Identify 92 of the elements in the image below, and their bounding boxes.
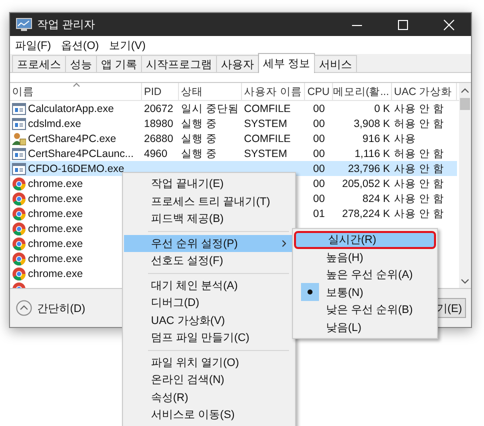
- close-icon[interactable]: [443, 18, 455, 30]
- table-cell-text: 허용 안 함: [393, 116, 445, 131]
- table-cell-text: 실행 중: [180, 146, 218, 161]
- collapse-icon[interactable]: [16, 300, 32, 316]
- menu-item[interactable]: 보통(N): [294, 284, 436, 301]
- table-cell-text: 허용 안 함: [393, 146, 445, 161]
- column-header[interactable]: 상태: [179, 83, 242, 100]
- table-cell: 00: [305, 161, 333, 176]
- window-title: 작업 관리자: [37, 18, 96, 32]
- tab[interactable]: 앱 기록: [96, 55, 142, 72]
- table-cell-text: 278,224 K: [341, 206, 391, 221]
- menu-item[interactable]: 속성(R): [124, 388, 294, 406]
- table-cell: 사용 안 함: [392, 161, 457, 176]
- menu-item[interactable]: 덤프 파일 만들기(C): [124, 329, 294, 346]
- menu-item[interactable]: 파일(F): [15, 38, 52, 52]
- maximize-icon[interactable]: [397, 18, 409, 30]
- window-icon: [12, 148, 26, 160]
- tab[interactable]: 성능: [65, 55, 97, 72]
- table-cell[interactable]: cdslmd.exe: [10, 116, 142, 131]
- browser-icon: [12, 192, 26, 206]
- menu-item[interactable]: 실시간(R): [294, 231, 436, 248]
- table-cell-text: 1,116 K: [354, 146, 391, 161]
- collapse-link[interactable]: 간단히(D): [37, 300, 86, 316]
- tab[interactable]: 세부 정보: [258, 53, 316, 73]
- table-cell-text: 00: [312, 146, 326, 161]
- window-icon: [12, 118, 26, 130]
- tab[interactable]: 프로세스: [12, 55, 66, 72]
- column-header[interactable]: 사용자 이름: [242, 83, 305, 100]
- table-cell: 23,796 K: [333, 161, 392, 176]
- table-cell-text: 205,052 K: [341, 176, 391, 191]
- table-cell-text: 824 K: [362, 192, 391, 206]
- menu-item[interactable]: 서비스로 이동(S): [124, 406, 294, 424]
- menu-item[interactable]: 낮음(L): [294, 318, 436, 336]
- table-cell-text: 3,908 K: [352, 116, 391, 131]
- table-cell-text: 실행 중: [180, 116, 218, 131]
- table-cell-text: SYSTEM: [243, 146, 288, 161]
- table-cell-text: COMFILE: [243, 102, 292, 116]
- browser-icon: [12, 176, 26, 190]
- tab[interactable]: 시작프로그램: [141, 55, 218, 72]
- tab[interactable]: 사용자: [216, 55, 260, 72]
- table-cell-text: 사용 안 함: [393, 102, 445, 116]
- table-cell-text: 00: [312, 116, 326, 131]
- column-header[interactable]: UAC 가상화: [392, 83, 457, 100]
- scroll-thumb[interactable]: [460, 98, 470, 110]
- menu-item[interactable]: 높음(H): [294, 248, 436, 266]
- menu-item[interactable]: UAC 가상화(V): [124, 312, 294, 329]
- menu-item[interactable]: 파일 위치 열기(O): [124, 354, 294, 371]
- table-cell-text: 00: [312, 102, 326, 116]
- table-cell[interactable]: CFDO-16DEMO.exe: [10, 161, 142, 176]
- table-cell-text: 4960: [143, 146, 168, 161]
- table-cell-text: 00: [312, 132, 326, 146]
- table-cell-text: 26880: [143, 132, 174, 146]
- tab[interactable]: 서비스: [314, 55, 358, 72]
- column-header[interactable]: PID: [142, 83, 179, 100]
- menu-item[interactable]: 보기(V): [108, 38, 146, 52]
- scrollbar[interactable]: [459, 83, 471, 288]
- person-certificate-icon: [12, 132, 26, 146]
- table-cell[interactable]: CalculatorApp.exe: [10, 101, 142, 116]
- app-icon: [16, 18, 32, 31]
- menu-item[interactable]: 옵션(O): [61, 38, 99, 52]
- menu-item[interactable]: 높은 우선 순위(A): [294, 266, 436, 284]
- table-cell-text: 사용: [393, 132, 417, 146]
- column-header[interactable]: CPU: [305, 83, 333, 100]
- table-cell-text: 사용 안 함: [393, 192, 445, 206]
- table-cell-text: SYSTEM: [243, 116, 288, 131]
- column-header[interactable]: 메모리(활...: [333, 83, 392, 100]
- table-cell-text: 일시 중단됨: [180, 102, 240, 116]
- menu-item[interactable]: 우선 순위 설정(P): [124, 234, 294, 252]
- table-cell-text: 18980: [143, 116, 174, 131]
- menu-item[interactable]: 디버그(D): [124, 294, 294, 312]
- table-cell-text: 20672: [143, 102, 174, 116]
- table-cell-text: 916 K: [362, 132, 391, 146]
- table-cell-text: 00: [312, 176, 326, 191]
- table-cell-text: 00: [312, 192, 326, 206]
- scroll-down-icon[interactable]: [461, 279, 469, 284]
- table-cell[interactable]: CertShare4PC.exe: [10, 131, 142, 146]
- browser-icon: [12, 252, 26, 266]
- browser-icon: [12, 236, 26, 250]
- window-icon: [12, 102, 26, 114]
- window-icon: [12, 162, 26, 174]
- table-cell-text: 0 K: [373, 102, 391, 116]
- table-cell-text: 사용 안 함: [393, 206, 445, 221]
- menu-item[interactable]: 온라인 검색(N): [124, 371, 294, 388]
- table-cell-text: COMFILE: [243, 132, 292, 146]
- browser-icon: [12, 206, 26, 220]
- browser-icon: [12, 222, 26, 236]
- table-cell-text: 01: [312, 206, 326, 221]
- column-header[interactable]: 이름: [10, 83, 142, 100]
- scroll-up-icon[interactable]: [461, 88, 469, 93]
- table-cell-text: 사용 안 함: [393, 176, 445, 191]
- table-cell[interactable]: CertShare4PCLaunc...: [10, 146, 142, 161]
- table-cell-text: 실행 중: [180, 132, 218, 146]
